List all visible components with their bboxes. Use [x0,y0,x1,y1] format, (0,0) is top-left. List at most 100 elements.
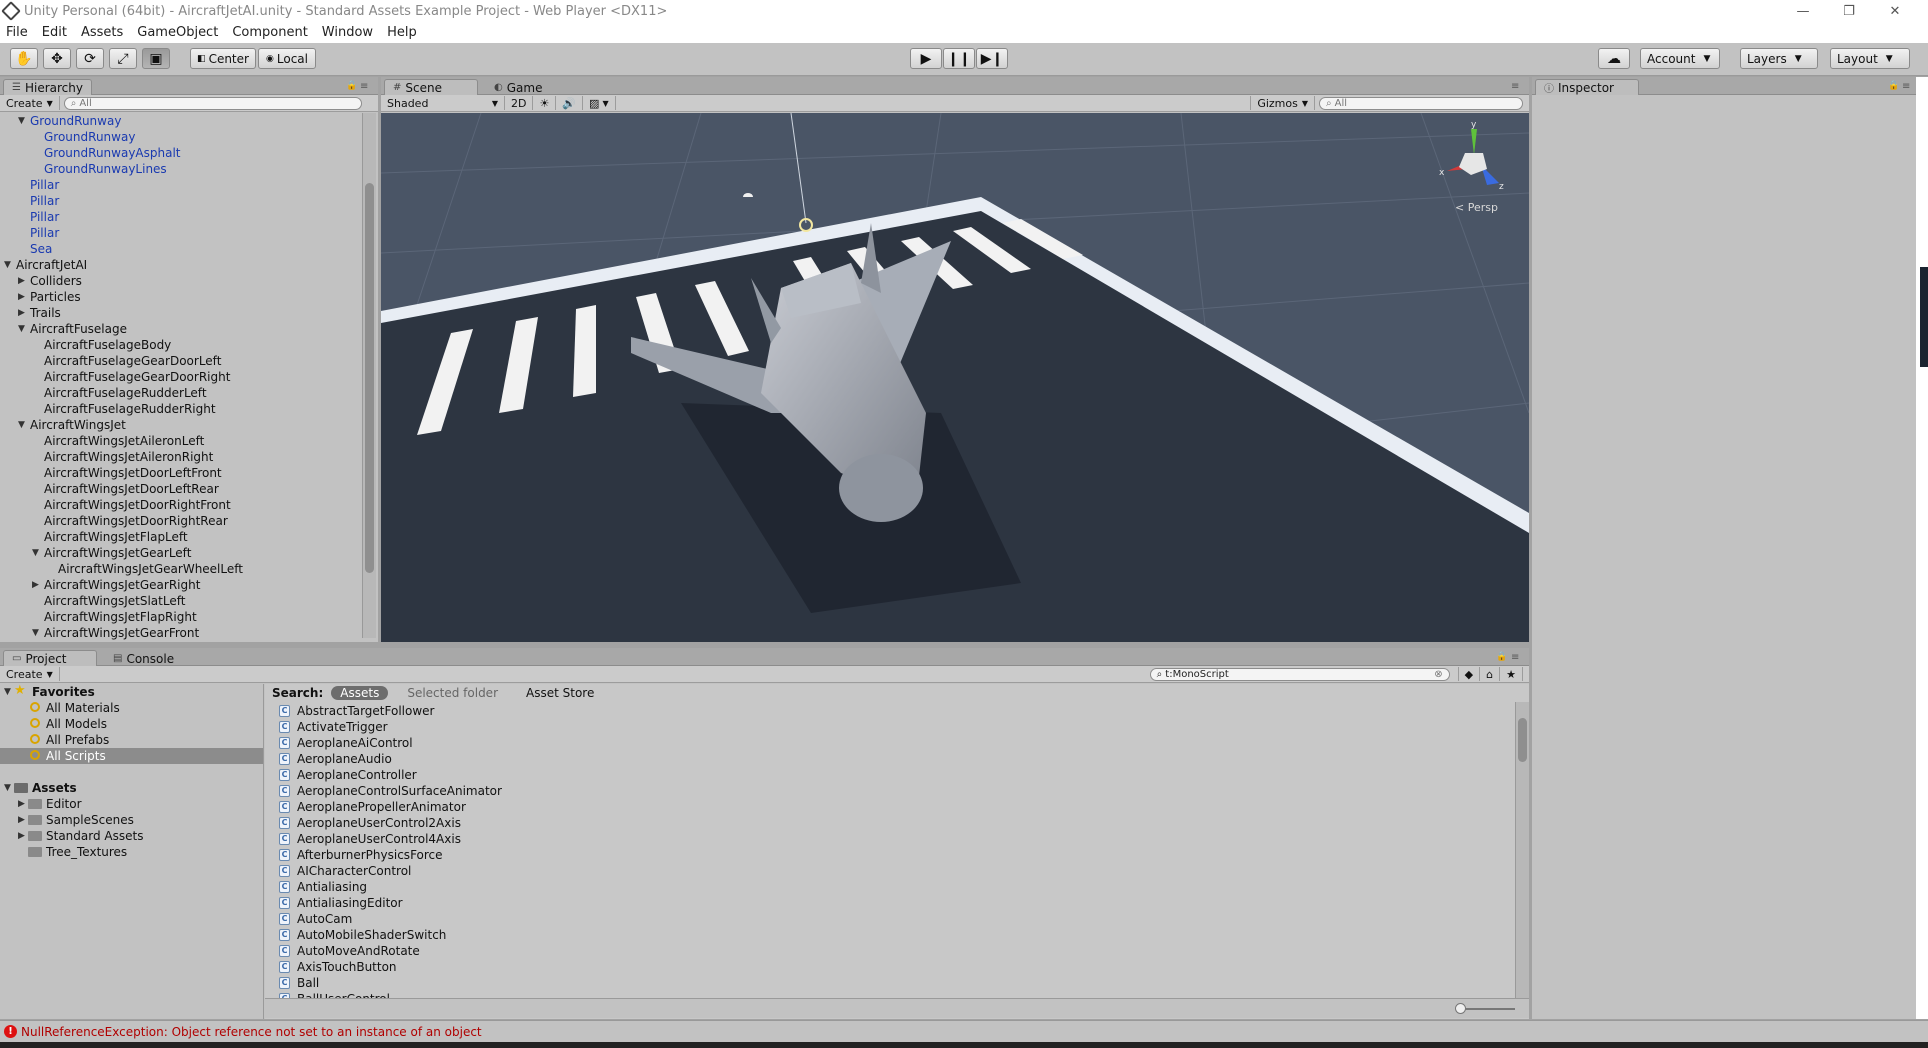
favorite-item[interactable]: All Models [0,716,263,732]
script-asset-item[interactable]: C AeroplaneController [279,767,502,783]
pivot-center-button[interactable]: ◧ Center [190,48,256,69]
hierarchy-item[interactable]: ▼ AircraftWingsJetGearFront [0,625,360,641]
foldout-closed-icon[interactable]: ▶ [18,305,25,321]
foldout-closed-icon[interactable]: ▶ [18,828,25,844]
menu-assets[interactable]: Assets [81,25,123,40]
shading-mode-dropdown[interactable]: Shaded ▼ [381,96,505,110]
script-asset-item[interactable]: C AeroplaneAudio [279,751,502,767]
hierarchy-item[interactable]: AircraftWingsJetFlapRight [0,609,360,625]
hierarchy-scrollbar[interactable] [362,113,376,638]
tab-console[interactable]: ▤ Console [104,650,183,666]
rotate-tool-button[interactable]: ⟳ [76,48,104,69]
scope-asset-store-toggle[interactable]: Asset Store [517,686,603,700]
status-bar[interactable]: ! NullReferenceException: Object referen… [0,1020,1928,1042]
panel-menu-icon[interactable]: ≡ [1902,81,1910,92]
scene-search-input[interactable]: ⌕ All [1319,96,1523,110]
foldout-closed-icon[interactable]: ▶ [18,273,25,289]
tab-hierarchy[interactable]: ☰ Hierarchy [3,79,92,95]
hierarchy-item[interactable]: ▼ AircraftFuselage [0,321,360,337]
hierarchy-item[interactable]: Pillar [0,225,360,241]
hierarchy-item[interactable]: AircraftFuselageRudderRight [0,401,360,417]
hierarchy-item[interactable]: ▶ Particles [0,289,360,305]
icon-size-slider-handle[interactable] [1455,1003,1466,1014]
script-asset-item[interactable]: C AeroplanePropellerAnimator [279,799,502,815]
menu-help[interactable]: Help [387,25,417,40]
script-asset-item[interactable]: C AxisTouchButton [279,959,502,975]
foldout-open-icon[interactable]: ▼ [18,417,25,433]
scene-lighting-toggle[interactable]: ☀ [533,96,557,110]
lock-icon[interactable]: 🔒 [1888,81,1899,91]
foldout-open-icon[interactable]: ▼ [32,545,39,561]
asset-folder[interactable]: ▶ Standard Assets [0,828,263,844]
hierarchy-item[interactable]: Pillar [0,193,360,209]
menu-component[interactable]: Component [232,25,307,40]
panel-menu-icon[interactable]: ≡ [360,81,368,92]
hierarchy-item[interactable]: ▶ Trails [0,305,360,321]
hierarchy-item[interactable]: ▶ AircraftWingsJetGearRight [0,577,360,593]
foldout-closed-icon[interactable]: ▶ [18,812,25,828]
hierarchy-item[interactable]: ▼ AircraftWingsJetGearLeft [0,545,360,561]
hierarchy-item[interactable]: Pillar [0,209,360,225]
script-asset-item[interactable]: C AeroplaneUserControl4Axis [279,831,502,847]
gizmos-dropdown[interactable]: Gizmos ▼ [1250,96,1315,110]
menu-window[interactable]: Window [322,25,373,40]
close-button[interactable]: ✕ [1872,0,1918,22]
play-button[interactable]: ▶ [910,48,942,69]
tab-scene[interactable]: # Scene [384,79,478,95]
menu-edit[interactable]: Edit [42,25,67,40]
hierarchy-item[interactable]: AircraftFuselageGearDoorRight [0,369,360,385]
hierarchy-item[interactable]: ▼ AircraftJetAI [0,257,360,273]
hierarchy-item[interactable]: AircraftWingsJetDoorRightFront [0,497,360,513]
menu-gameobject[interactable]: GameObject [137,25,218,40]
projection-label[interactable]: < Persp [1455,201,1498,214]
cloud-button[interactable]: ☁ [1598,48,1630,69]
hierarchy-item[interactable]: AircraftWingsJetAileronLeft [0,433,360,449]
side-dock-tab[interactable] [1920,267,1928,367]
foldout-closed-icon[interactable]: ▶ [18,796,25,812]
script-asset-item[interactable]: C Ball [279,975,502,991]
clear-search-icon[interactable]: ⊗ [1434,669,1442,680]
minimize-button[interactable]: — [1780,0,1826,22]
hierarchy-item[interactable]: GroundRunway [0,129,360,145]
hierarchy-item[interactable]: AircraftFuselageGearDoorLeft [0,353,360,369]
asset-list-scrollbar[interactable] [1515,702,1529,998]
move-tool-button[interactable]: ✥ [43,48,71,69]
hand-tool-button[interactable]: ✋ [10,48,38,69]
foldout-closed-icon[interactable]: ▶ [18,289,25,305]
script-asset-item[interactable]: C AeroplaneControlSurfaceAnimator [279,783,502,799]
pivot-local-button[interactable]: ◉ Local [258,48,316,69]
scrollbar-thumb[interactable] [1518,718,1527,762]
hierarchy-item[interactable]: AircraftWingsJetDoorLeftFront [0,465,360,481]
scene-audio-toggle[interactable]: 🔊 [556,96,584,110]
hierarchy-item[interactable]: Pillar [0,177,360,193]
mode-2d-toggle[interactable]: 2D [505,96,534,110]
scale-tool-button[interactable]: ⤢ [109,48,137,69]
hierarchy-create-button[interactable]: Create ▼ [0,96,60,110]
hierarchy-item[interactable]: AircraftWingsJetDoorLeftRear [0,481,360,497]
script-asset-item[interactable]: C AeroplaneAiControl [279,735,502,751]
panel-menu-icon[interactable]: ≡ [1511,652,1519,663]
hierarchy-item[interactable]: AircraftWingsJetDoorRightRear [0,513,360,529]
assets-header[interactable]: ▼ Assets [0,780,263,796]
asset-folder[interactable]: ▶ Editor [0,796,263,812]
save-search-button[interactable]: ★ [1500,667,1523,681]
asset-folder[interactable]: ▶ SampleScenes [0,812,263,828]
menu-file[interactable]: File [6,25,28,40]
foldout-closed-icon[interactable]: ▶ [32,577,39,593]
foldout-open-icon[interactable]: ▼ [4,257,11,273]
hierarchy-item[interactable]: AircraftFuselageRudderLeft [0,385,360,401]
filter-by-type-button[interactable]: ◆ [1457,667,1481,681]
script-asset-item[interactable]: C AutoMoveAndRotate [279,943,502,959]
restore-button[interactable]: ❐ [1826,0,1872,22]
foldout-open-icon[interactable]: ▼ [18,321,25,337]
hierarchy-item[interactable]: ▶ Colliders [0,273,360,289]
favorite-item[interactable]: All Prefabs [0,732,263,748]
hierarchy-search-input[interactable]: ⌕ All [63,96,362,110]
project-create-button[interactable]: Create ▼ [0,667,60,681]
panel-menu-icon[interactable]: ≡ [1511,81,1519,92]
layout-dropdown[interactable]: Layout ▼ [1830,48,1910,69]
script-asset-item[interactable]: C ActivateTrigger [279,719,502,735]
account-dropdown[interactable]: Account ▼ [1640,48,1720,69]
rect-tool-button[interactable]: ▣ [142,48,170,69]
hierarchy-item[interactable]: Sea [0,241,360,257]
